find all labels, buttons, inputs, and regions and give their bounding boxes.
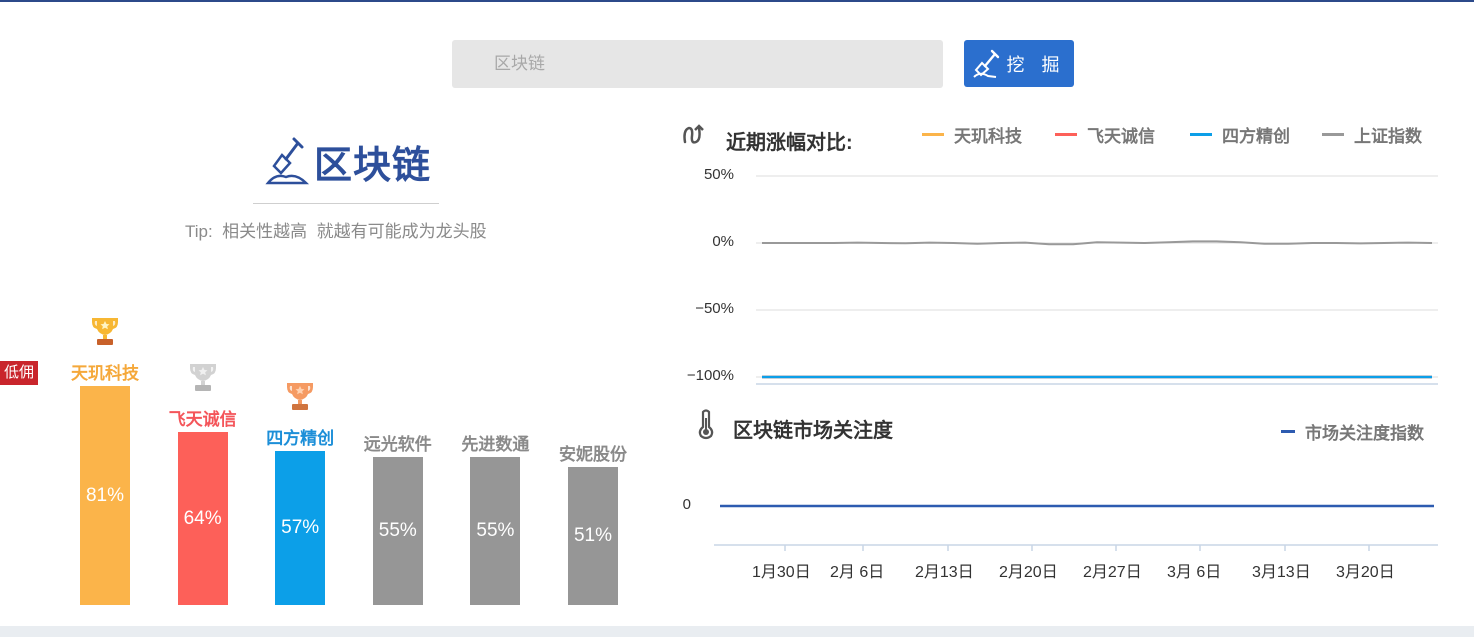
- attention-chart: [714, 504, 1438, 551]
